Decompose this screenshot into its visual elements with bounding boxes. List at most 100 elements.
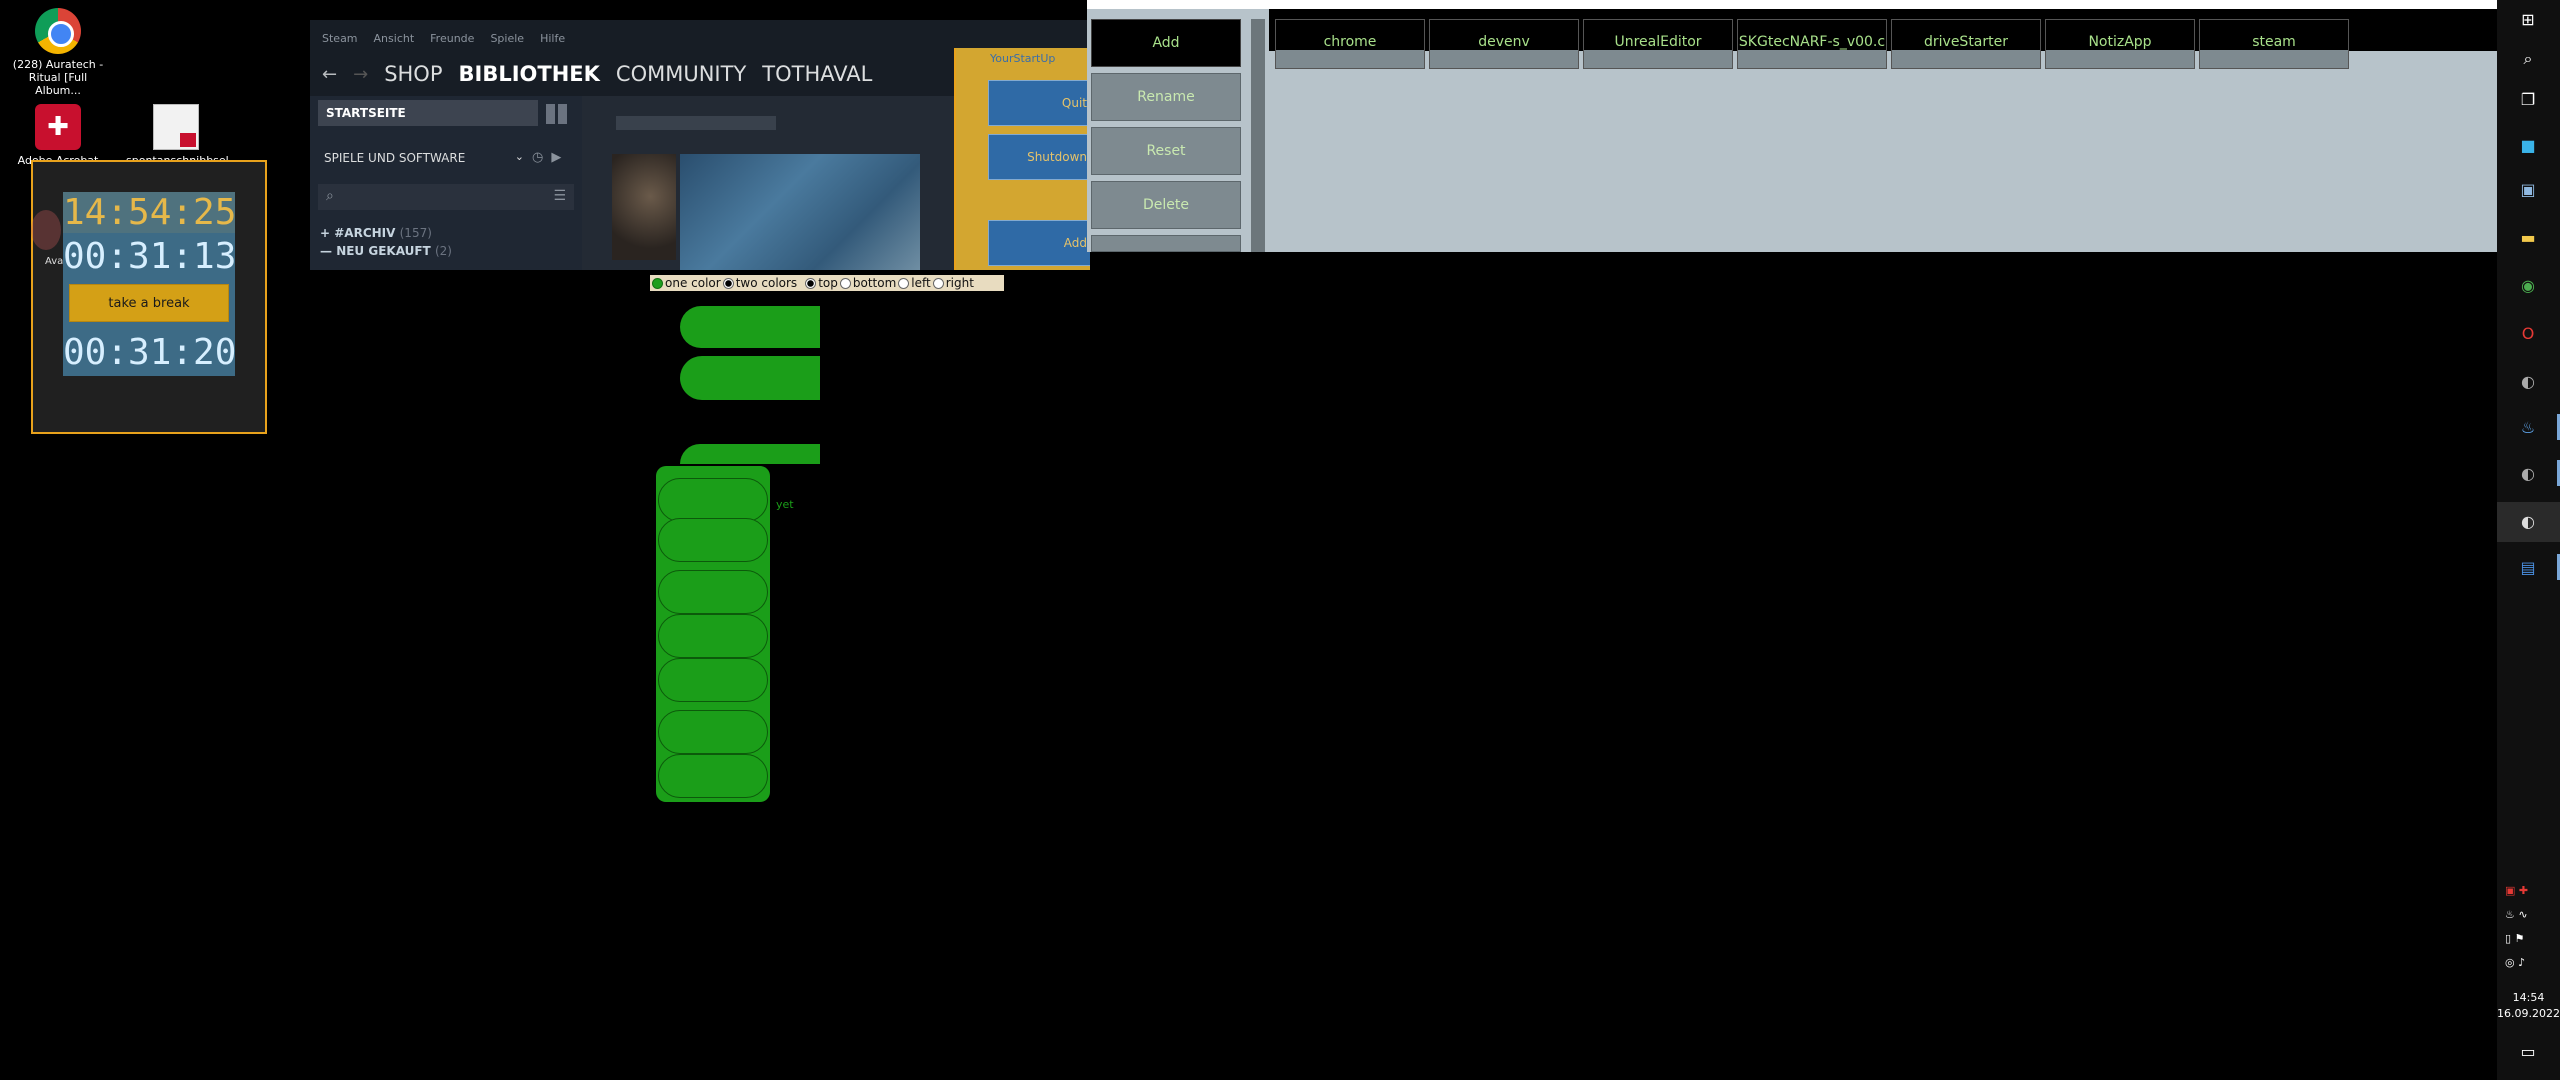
green-pill-5[interactable]: [658, 658, 768, 702]
option-top[interactable]: top: [805, 276, 838, 290]
option-one-color[interactable]: one color: [652, 276, 721, 290]
reset-button[interactable]: Reset: [1091, 127, 1241, 175]
menu-item-steam[interactable]: Steam: [322, 32, 358, 45]
color-position-options: one color two colors top bottom left rig…: [650, 275, 1004, 291]
quit-button[interactable]: Quit: [988, 80, 1090, 126]
desktop-icon-label: (228) Auratech - Ritual [Full Album...: [12, 58, 104, 97]
file-explorer-icon[interactable]: ▬: [2517, 226, 2539, 248]
menu-item-spiele[interactable]: Spiele: [490, 32, 524, 45]
green-pill-2[interactable]: [658, 518, 768, 562]
radio-icon: [722, 278, 734, 289]
green-pill-1[interactable]: [658, 478, 768, 522]
desktop-icon-pdf-file[interactable]: spontanschnibbsel...: [126, 104, 239, 167]
app-button-unrealeditor[interactable]: UnrealEditor: [1583, 19, 1733, 69]
timer-display: 14:54:25 00:31:13 take a break 00:31:20: [63, 192, 237, 376]
remote-desktop-icon[interactable]: ▣: [2517, 178, 2539, 200]
nav-bibliothek[interactable]: BIBLIOTHEK: [459, 62, 600, 86]
app-button-notizapp[interactable]: NotizApp: [2045, 19, 2195, 69]
library-search-input[interactable]: ⌕ ☰: [318, 184, 574, 210]
green-pill-6[interactable]: [658, 710, 768, 754]
menu-item-freunde[interactable]: Freunde: [430, 32, 474, 45]
nav-community[interactable]: COMMUNITY: [616, 62, 746, 86]
steam-taskbar-icon[interactable]: ♨: [2517, 416, 2539, 438]
steam-nav-bar: ← → SHOP BIBLIOTHEK COMMUNITY TOTHAVAL: [322, 62, 872, 86]
grid-view-icon[interactable]: [546, 104, 568, 124]
green-bar-2[interactable]: [680, 356, 820, 400]
ava-icon: [31, 210, 61, 250]
acrobat-icon: ✚: [35, 104, 81, 150]
tray-icons-row-4[interactable]: ◎ ♪: [2505, 956, 2525, 969]
back-arrow-icon[interactable]: ←: [322, 64, 337, 85]
launcher-action-panel: Add Rename Reset Delete: [1087, 9, 1269, 252]
take-a-break-button[interactable]: take a break: [69, 284, 229, 322]
app-icon-d[interactable]: ▤: [2517, 556, 2539, 578]
radio-icon: [652, 278, 663, 289]
current-time: 14:54:25: [63, 192, 237, 233]
nav-profile[interactable]: TOTHAVAL: [762, 62, 872, 86]
clock-date: 16.09.2022: [2497, 1007, 2560, 1020]
add-startup-button[interactable]: Add: [988, 220, 1090, 266]
option-bottom[interactable]: bottom: [839, 276, 896, 290]
delete-button[interactable]: Delete: [1091, 181, 1241, 229]
desktop-icon-chrome-shortcut[interactable]: (228) Auratech - Ritual [Full Album...: [8, 8, 108, 97]
green-bar-3[interactable]: [680, 444, 820, 464]
tray-icons-row-3[interactable]: ▯ ⚑: [2505, 932, 2524, 945]
option-two-colors[interactable]: two colors: [722, 276, 797, 290]
yourstartup-window: YourStartUp Quit Shutdown Add: [954, 48, 1090, 270]
shutdown-button[interactable]: Shutdown: [988, 134, 1090, 180]
home-button[interactable]: STARTSEITE: [318, 100, 538, 126]
app-icon-c[interactable]: ◐: [2517, 510, 2539, 532]
chrome-icon: [35, 8, 81, 54]
notification-icon[interactable]: ▭: [2517, 1040, 2539, 1062]
app-button-drivestarter[interactable]: driveStarter: [1891, 19, 2041, 69]
add-app-button[interactable]: Add: [1091, 19, 1241, 67]
filter-icon[interactable]: ☰: [553, 188, 566, 204]
tray-icons-row-2[interactable]: ♨ ∿: [2505, 908, 2528, 921]
game-art-thumbnail[interactable]: [680, 154, 920, 270]
taskbar: ⊞ ⌕ ❐ ■ ▣ ▬ ◉ O ◐ ♨ ◐ ◐ ▤ ▣ ✚ ♨ ∿ ▯ ⚑ ◎ …: [2497, 0, 2560, 1080]
library-filter-label: SPIELE UND SOFTWARE: [324, 151, 466, 165]
library-filter-select[interactable]: SPIELE UND SOFTWARE ⌄: [318, 146, 530, 170]
game-art-portrait: [612, 154, 676, 260]
option-right[interactable]: right: [932, 276, 974, 290]
pdf-document-icon: [153, 104, 199, 150]
yourstartup-title: YourStartUp: [990, 52, 1056, 65]
app-button-devenv[interactable]: devenv: [1429, 19, 1579, 69]
app-icon-a[interactable]: ◐: [2517, 370, 2539, 392]
green-pill-3[interactable]: [658, 570, 768, 614]
chevron-down-icon: ⌄: [514, 150, 524, 163]
more-action-button[interactable]: [1091, 235, 1241, 252]
option-left[interactable]: left: [898, 276, 931, 290]
ava-label: Ava: [45, 256, 64, 267]
app-3d-icon[interactable]: ■: [2517, 134, 2539, 156]
library-row-archiv[interactable]: + #ARCHIV (157): [320, 226, 432, 240]
section-heading-placeholder: [616, 116, 776, 130]
task-view-icon[interactable]: ❐: [2517, 88, 2539, 110]
total-time: 00:31:20: [63, 332, 237, 373]
app-button-chrome[interactable]: chrome: [1275, 19, 1425, 69]
green-panel-note: yet: [776, 498, 794, 511]
opera-icon[interactable]: O: [2517, 322, 2539, 344]
app-icon-b[interactable]: ◐: [2517, 462, 2539, 484]
green-bar-1[interactable]: [680, 306, 820, 348]
green-pill-7[interactable]: [658, 754, 768, 798]
radio-icon: [805, 278, 817, 289]
app-button-skgtecnarf[interactable]: SKGtecNARF-s_v00.c: [1737, 19, 1887, 69]
nav-shop[interactable]: SHOP: [384, 62, 442, 86]
green-pill-4[interactable]: [658, 614, 768, 658]
rename-button[interactable]: Rename: [1091, 73, 1241, 121]
chrome-taskbar-icon[interactable]: ◉: [2517, 274, 2539, 296]
history-play-icons[interactable]: ◷▶: [532, 150, 569, 165]
app-button-steam[interactable]: steam: [2199, 19, 2349, 69]
radio-icon: [898, 278, 910, 289]
library-row-neu-gekauft[interactable]: — NEU GEKAUFT (2): [320, 244, 452, 258]
launcher-scrollbar[interactable]: [1251, 19, 1265, 252]
radio-icon: [839, 278, 851, 289]
search-icon[interactable]: ⌕: [2517, 48, 2539, 70]
taskbar-clock[interactable]: 14:54 16.09.2022: [2497, 990, 2560, 1022]
windows-start-icon[interactable]: ⊞: [2517, 8, 2539, 30]
menu-item-ansicht[interactable]: Ansicht: [374, 32, 415, 45]
tray-icons-row-1[interactable]: ▣ ✚: [2505, 884, 2528, 897]
forward-arrow-icon[interactable]: →: [353, 64, 368, 85]
menu-item-hilfe[interactable]: Hilfe: [540, 32, 565, 45]
